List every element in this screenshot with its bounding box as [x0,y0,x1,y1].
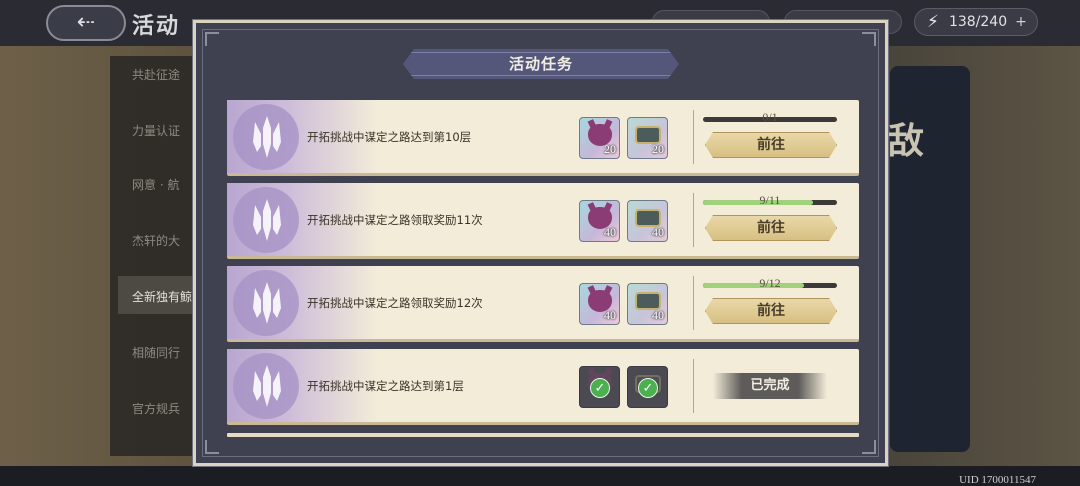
background-sidebar-item: 网意 · 航 [132,178,180,192]
background-sidebar-item-active: 全新独有鲸 [132,290,193,304]
task-description: 开拓挑战中谋定之路领取奖励11次 [307,213,483,227]
reward-item[interactable]: 20 [627,117,668,159]
reward-quantity: 20 [652,142,664,156]
reward-item[interactable]: 40 [627,200,668,242]
go-button[interactable]: 前往 [705,132,837,158]
stamina-value: 138/240 [948,14,1008,30]
task-description: 开拓挑战中谋定之路达到第10层 [307,130,472,144]
modal-title-banner: 活动任务 [403,49,679,79]
reward-quantity: 20 [604,142,616,156]
reward-item[interactable]: 40 [627,283,668,325]
task-description: 开拓挑战中谋定之路领取奖励12次 [307,296,483,310]
check-icon: ✓ [638,378,658,398]
reward-item-claimed[interactable]: ✓ [627,366,668,408]
trident-emblem-icon [253,365,281,407]
trident-emblem-icon [253,116,281,158]
corner-ornament [205,440,219,454]
background-event-title: 敌 [888,121,925,162]
task-row-completed: 开拓挑战中谋定之路达到第1层 ✓ ✓ 已完成 [227,349,859,425]
row-divider [693,276,694,330]
go-button[interactable]: 前往 [705,298,837,324]
reward-quantity: 40 [652,308,664,322]
page-title: 活动 [132,14,181,39]
progress-text: 0/1 [762,110,778,124]
trident-emblem-icon [253,199,281,241]
add-stamina-icon[interactable]: + [1015,14,1027,30]
reward-item[interactable]: 40 [579,200,620,242]
row-divider [693,193,694,247]
go-button[interactable]: 前往 [705,215,837,241]
modal-title: 活动任务 [508,55,573,73]
background-sidebar-item: 力量认证 [132,124,181,138]
corner-ornament [862,440,876,454]
background-sidebar-item: 共赴征途 [132,68,181,82]
task-row: 开拓挑战中谋定之路达到第10层 20 20 0/1 前往 [227,100,859,176]
row-divider [693,110,694,164]
reward-item[interactable]: 20 [579,117,620,159]
reward-item[interactable]: 40 [579,283,620,325]
stamina-counter[interactable]: ⚡ 138/240 + [914,8,1038,36]
row-divider [693,359,694,413]
progress-text: 9/12 [759,276,781,290]
lightning-icon: ⚡ [927,12,939,32]
bottom-bar [0,466,1080,486]
progress-text: 9/11 [759,193,781,207]
reward-quantity: 40 [604,225,616,239]
back-arrow-icon: ⇠ [76,10,96,35]
next-row-peek [227,433,859,437]
back-button[interactable]: ⇠ [46,5,126,41]
reward-quantity: 40 [652,225,664,239]
event-tasks-modal: 活动任务 开拓挑战中谋定之路达到第10层 20 20 0/1 前往 开拓挑战中谋… [193,20,888,466]
uid-label: UID 1700011547 [959,474,1036,486]
background-sidebar-item: 相随同行 [132,346,181,360]
task-row: 开拓挑战中谋定之路领取奖励11次 40 40 9/11 前往 [227,183,859,259]
task-progress: 9/12 [703,276,837,290]
background-sidebar-item: 杰轩的大 [132,234,181,248]
trident-emblem-icon [253,282,281,324]
task-description: 开拓挑战中谋定之路达到第1层 [307,379,464,393]
background-sidebar [110,56,196,456]
task-progress: 9/11 [703,193,837,207]
corner-ornament [862,32,876,46]
reward-item-claimed[interactable]: ✓ [579,366,620,408]
task-row: 开拓挑战中谋定之路领取奖励12次 40 40 9/12 前往 [227,266,859,342]
corner-ornament [205,32,219,46]
reward-quantity: 40 [604,308,616,322]
completed-badge: 已完成 [713,373,827,399]
background-sidebar-item: 官方规兵 [132,402,181,416]
task-progress: 0/1 [703,110,837,124]
check-icon: ✓ [590,378,610,398]
